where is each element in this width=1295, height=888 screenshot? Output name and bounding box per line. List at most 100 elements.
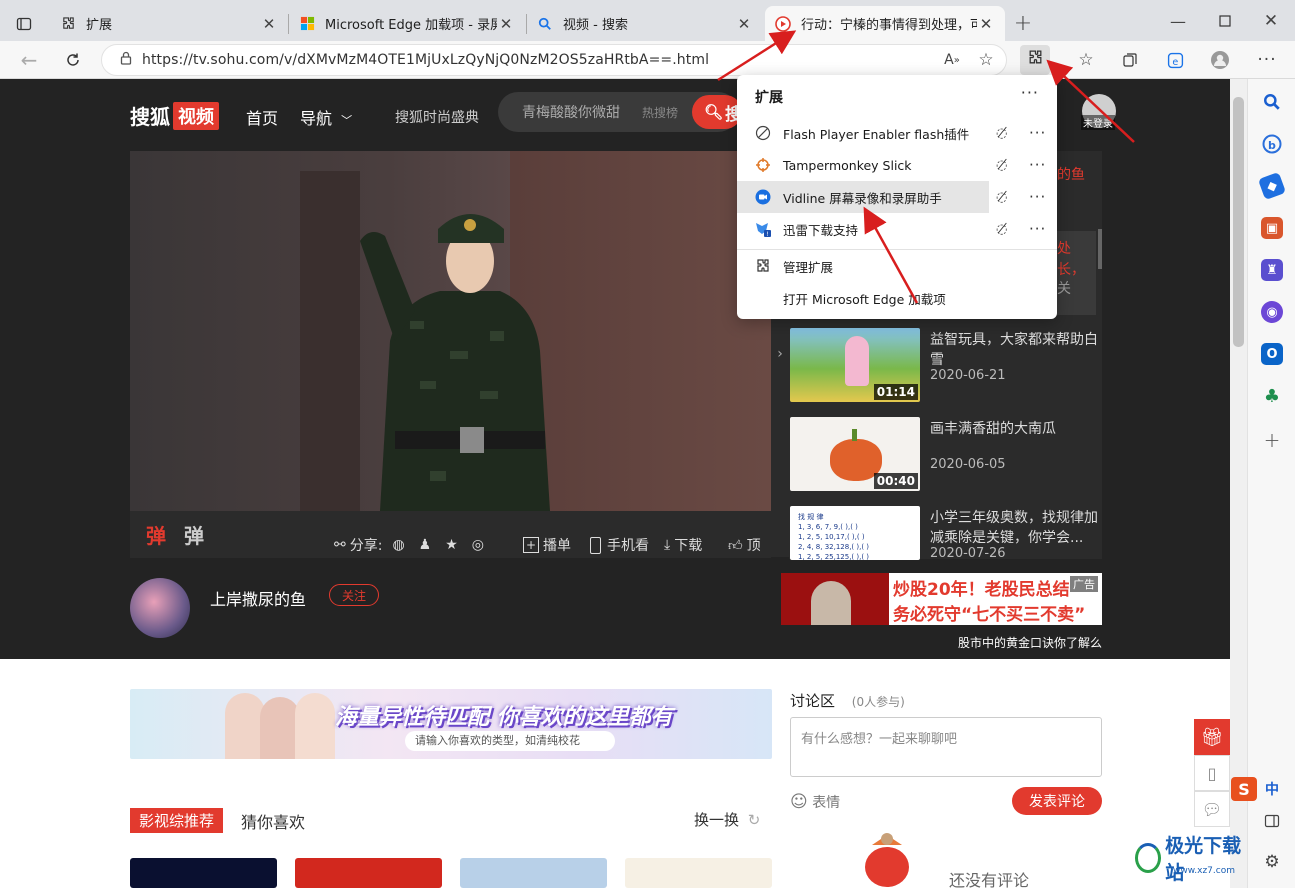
address-bar[interactable]: https://tv.sohu.com/v/dXMvMzM4OTE1MjUxLz… bbox=[101, 44, 1007, 76]
extension-more-icon[interactable]: ··· bbox=[1029, 188, 1046, 206]
tab-guess-you-like[interactable]: 猜你喜欢 bbox=[241, 809, 305, 833]
ad-banner[interactable]: 炒股20年！老股民总结 务必死守“七不买三不卖” 广告 bbox=[781, 573, 1102, 625]
hide-sidebar-icon[interactable] bbox=[1261, 810, 1283, 832]
close-tab-icon[interactable]: ✕ bbox=[497, 15, 515, 33]
manage-extensions-item[interactable]: 管理扩展 bbox=[737, 250, 1057, 282]
danmu-toggle-button[interactable]: 弹 bbox=[146, 520, 166, 549]
banner-search-hint[interactable]: 请输入你喜欢的类型，如清纯校花 bbox=[405, 731, 615, 751]
page-scrollbar-thumb[interactable] bbox=[1233, 97, 1244, 347]
refresh-icon[interactable] bbox=[58, 45, 88, 75]
collections-icon[interactable] bbox=[1115, 45, 1145, 75]
recommend-thumbnail[interactable] bbox=[295, 858, 442, 888]
recommend-thumbnail[interactable] bbox=[130, 858, 277, 888]
shopping-tag-icon[interactable]: ◆ bbox=[1257, 171, 1287, 201]
hidden-eye-icon[interactable]: ◌̸ bbox=[996, 158, 1007, 173]
feedback-chat-icon[interactable]: 💬︎ bbox=[1194, 791, 1230, 827]
extension-more-icon[interactable]: ··· bbox=[1029, 124, 1046, 142]
hidden-eye-icon[interactable]: ◌̸ bbox=[996, 222, 1007, 237]
gift-icon[interactable]: 🎁︎ bbox=[1194, 719, 1230, 755]
extension-row[interactable]: Flash Player Enabler flash插件 ◌̸ ··· bbox=[737, 117, 1057, 149]
close-tab-icon[interactable]: ✕ bbox=[735, 15, 753, 33]
extensions-button[interactable] bbox=[1020, 45, 1050, 75]
add-sidebar-app-icon[interactable]: + bbox=[1261, 428, 1283, 452]
open-edge-addons-item[interactable]: 打开 Microsoft Edge 加载项 bbox=[737, 282, 1057, 314]
recommend-thumbnail[interactable] bbox=[625, 858, 772, 888]
hidden-eye-icon[interactable]: ◌̸ bbox=[996, 126, 1007, 141]
e-tree-icon[interactable]: ♣ bbox=[1261, 385, 1283, 407]
read-aloud-icon[interactable]: A» bbox=[937, 45, 967, 75]
settings-more-icon[interactable]: ··· bbox=[1252, 45, 1282, 75]
favorite-add-icon[interactable]: ☆ bbox=[971, 45, 1001, 75]
tab-extensions[interactable]: 扩展 ✕ bbox=[50, 6, 288, 41]
nav-fashion-gala[interactable]: 搜狐时尚盛典 bbox=[395, 107, 479, 127]
danmu-settings-button[interactable]: 弹 bbox=[184, 520, 204, 549]
mobile-watch-button[interactable]: 手机看 bbox=[590, 535, 649, 555]
playlist-item[interactable]: 00:40 画丰满香甜的大南瓜 2020-06-05 bbox=[790, 417, 1100, 497]
microsoft-365-icon[interactable]: ◉ bbox=[1261, 301, 1283, 323]
login-label[interactable]: 未登录 bbox=[1081, 115, 1115, 130]
playlist-item[interactable]: 01:14 益智玩具，大家都来帮助白雪 2020-06-21 bbox=[790, 328, 1100, 408]
lock-icon[interactable] bbox=[120, 51, 132, 69]
hot-search-link[interactable]: 热搜榜 bbox=[642, 104, 678, 121]
duration-badge: 00:40 bbox=[873, 473, 918, 489]
tab-title: 行动：宁榛的事情得到处理，可以 bbox=[801, 18, 977, 33]
sohu-video-logo[interactable]: 搜狐 视频 bbox=[130, 101, 219, 130]
video-player[interactable] bbox=[130, 151, 771, 511]
extension-row[interactable]: ! 迅雷下载支持 ◌̸ ··· bbox=[737, 213, 1057, 245]
uploader-avatar[interactable] bbox=[130, 578, 190, 638]
comment-input[interactable]: 有什么感想？一起来聊聊吧 bbox=[790, 717, 1102, 777]
extension-more-icon[interactable]: ··· bbox=[1029, 156, 1046, 174]
close-window-icon[interactable]: ✕ bbox=[1256, 6, 1286, 36]
tab-video-search[interactable]: 视频 - 搜索 ✕ bbox=[527, 6, 763, 41]
sogou-s-icon: S bbox=[1231, 777, 1257, 801]
close-tab-icon[interactable]: ✕ bbox=[260, 15, 278, 33]
download-button[interactable]: ⤓ 下载 bbox=[664, 535, 702, 555]
ime-indicator[interactable]: S 中 bbox=[1231, 776, 1291, 802]
search-icon[interactable] bbox=[1261, 91, 1283, 113]
tab-recommend-shows[interactable]: 影视综推荐 bbox=[130, 808, 224, 833]
bing-chat-icon[interactable]: b bbox=[1261, 133, 1283, 155]
hidden-eye-icon[interactable]: ◌̸ bbox=[996, 190, 1007, 205]
mobile-icon[interactable]: ▯ bbox=[1194, 755, 1230, 791]
nav-navigation[interactable]: 导航 ﹀ bbox=[300, 105, 352, 129]
playlist-item-title: 小学三年级奥数，找规律加减乘除是关键，你学会... bbox=[930, 510, 1098, 546]
follow-button[interactable]: 关注 bbox=[329, 584, 379, 606]
like-button[interactable]: 👍︎ 顶 bbox=[728, 535, 761, 555]
emoji-button[interactable]: ☺ 表情 bbox=[790, 792, 840, 812]
minimize-icon[interactable]: — bbox=[1163, 6, 1193, 36]
refresh-recommend-button[interactable]: 换一换 ↻ bbox=[694, 809, 760, 830]
back-icon[interactable]: ← bbox=[14, 45, 44, 75]
nav-home[interactable]: 首页 bbox=[246, 105, 278, 129]
wechat-icon[interactable]: ◍ bbox=[392, 537, 404, 553]
extension-row-vidline[interactable]: Vidline 屏幕录像和录屏助手 bbox=[737, 181, 989, 213]
outlook-icon[interactable]: O bbox=[1261, 343, 1283, 365]
close-tab-icon[interactable]: ✕ bbox=[977, 15, 995, 33]
tab-sohu-video[interactable]: 行动：宁榛的事情得到处理，可以 ✕ bbox=[765, 6, 1005, 41]
playlist-scrollbar[interactable] bbox=[1098, 229, 1102, 269]
tab-edge-addons[interactable]: Microsoft Edge 加载项 - 录屏 ✕ bbox=[289, 6, 525, 41]
maximize-icon[interactable] bbox=[1210, 6, 1240, 36]
qzone-star-icon[interactable]: ★ bbox=[445, 537, 458, 553]
games-chess-icon[interactable]: ♜ bbox=[1261, 259, 1283, 281]
add-playlist-button[interactable]: + 播单 bbox=[523, 535, 571, 555]
uploader-name[interactable]: 上岸撒尿的鱼 bbox=[210, 586, 306, 610]
weibo-icon[interactable]: ◎ bbox=[472, 537, 484, 553]
edge-capture-icon[interactable]: e bbox=[1160, 45, 1190, 75]
favorites-icon[interactable]: ☆ bbox=[1071, 45, 1101, 75]
tab-actions-icon[interactable] bbox=[9, 9, 39, 39]
tools-briefcase-icon[interactable]: ▣ bbox=[1261, 217, 1283, 239]
sidebar-settings-icon[interactable]: ⚙ bbox=[1261, 851, 1283, 873]
playlist-partial-title[interactable]: 的鱼 bbox=[1057, 165, 1085, 185]
extension-more-icon[interactable]: ··· bbox=[1029, 220, 1046, 238]
qq-icon[interactable]: ♟ bbox=[419, 537, 432, 553]
profile-avatar-icon[interactable] bbox=[1205, 45, 1235, 75]
new-tab-icon[interactable]: + bbox=[1008, 8, 1038, 38]
post-comment-button[interactable]: 发表评论 bbox=[1012, 787, 1102, 815]
share-control[interactable]: ⚯ 分享: ◍ ♟ ★ ◎ bbox=[334, 535, 484, 555]
recommend-thumbnail[interactable] bbox=[460, 858, 607, 888]
extension-row[interactable]: Tampermonkey Slick ◌̸ ··· bbox=[737, 149, 1057, 181]
ad-caption[interactable]: 股市中的黄金口诀你了解么 bbox=[958, 634, 1102, 651]
dating-banner[interactable]: 海量异性待匹配 你喜欢的这里都有 请输入你喜欢的类型，如清纯校花 bbox=[130, 689, 772, 759]
popup-more-icon[interactable]: ··· bbox=[1021, 83, 1039, 102]
site-search-button[interactable]: 🔍︎ 搜 bbox=[692, 95, 742, 129]
